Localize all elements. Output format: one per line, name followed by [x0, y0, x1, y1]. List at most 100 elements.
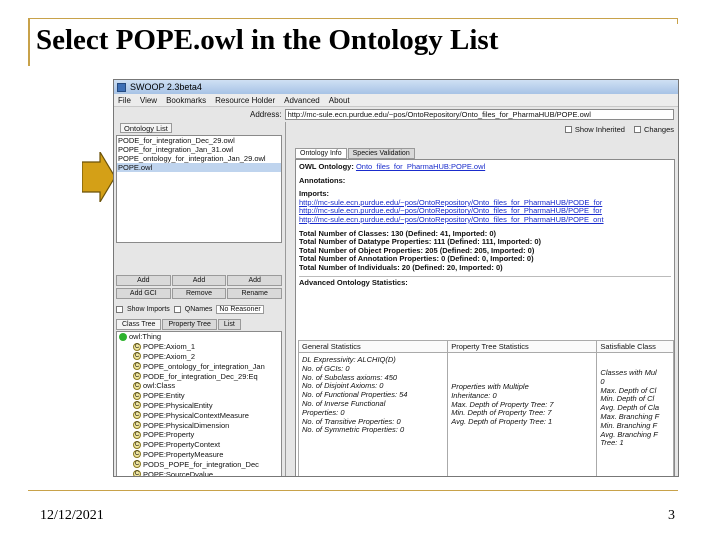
tree-node[interactable]: C POPE:Axiom_2 — [117, 352, 281, 362]
show-inherited-label: Show Inherited — [574, 124, 625, 134]
tree-node-label: owl:Class — [143, 381, 176, 391]
slide-date: 12/12/2021 — [40, 508, 104, 523]
slide-number: 3 — [668, 508, 675, 523]
left-pane: Ontology List PODE_for_integration_Dec_2… — [114, 122, 286, 477]
tree-node-label: POPE:PhysicalDimension — [143, 420, 230, 430]
right-pane: Show Inherited Changes Ontology Info Spe… — [289, 122, 678, 476]
title-rule — [28, 18, 678, 19]
tree-node-label: POPE:Property — [143, 430, 195, 440]
class-stats-column: Satisfiable Class Classes with Mul 0 Max. … — [597, 341, 673, 476]
ontology-info-panel: OWL Ontology: Onto_files_for_PharmaHUB:P… — [295, 159, 675, 476]
total-individuals: Total Number of Individuals: 20 (Defined… — [299, 263, 503, 272]
info-tabs: Ontology Info Species Validation — [295, 148, 415, 159]
tree-node[interactable]: C PODE_for_integration_Dec_29:Eq — [117, 371, 281, 381]
tree-node[interactable]: C PODS_POPE_for_integration_Dec — [117, 459, 281, 469]
tab-list[interactable]: List — [217, 319, 241, 330]
menu-file[interactable]: File — [118, 96, 131, 105]
tree-node-label: POPE:PropertyMeasure — [143, 449, 224, 459]
owl-ontology-label: OWL Ontology: — [299, 163, 354, 171]
annotations-label: Annotations: — [299, 176, 346, 185]
tree-node[interactable]: C POPE:PhysicalEntity — [117, 401, 281, 411]
title-right-tick — [677, 18, 678, 24]
tree-node[interactable]: C POPE_ontology_for_integration_Jan — [117, 361, 281, 371]
tree-node[interactable]: C POPE:SourceDvalue — [117, 469, 281, 477]
total-object-properties: Total Number of Object Properties: 205 (… — [299, 246, 535, 255]
tree-node-label: POPE_ontology_for_integration_Jan — [143, 361, 265, 371]
menu-about[interactable]: About — [329, 96, 350, 105]
address-input[interactable]: http://mc-sule.ecn.purdue.edu/~pos/OntoR… — [284, 108, 674, 120]
tree-node-label: POPE:PhysicalContextMeasure — [143, 410, 249, 420]
tree-root-node[interactable]: owl:Thing — [117, 332, 281, 342]
pointer-arrow-icon — [82, 152, 116, 202]
reasoner-select[interactable]: No Reasoner — [216, 305, 264, 314]
tree-node[interactable]: C POPE:Entity — [117, 391, 281, 401]
class-icon: C — [133, 440, 141, 449]
tree-node[interactable]: C POPE:Property — [117, 430, 281, 440]
ontology-list-item[interactable]: POPE_ontology_for_integration_Jan_29.owl — [117, 154, 281, 163]
remove-button[interactable]: Remove — [171, 288, 227, 299]
tree-node[interactable]: C POPE:PhysicalDimension — [117, 420, 281, 430]
tab-species-validation[interactable]: Species Validation — [347, 148, 415, 159]
tree-node-label: POPE:Axiom_1 — [143, 342, 196, 352]
address-bar: Address: http://mc-sule.ecn.purdue.edu/~… — [114, 107, 678, 121]
tree-node[interactable]: C POPE:Axiom_1 — [117, 342, 281, 352]
tab-property-tree[interactable]: Property Tree — [162, 319, 217, 330]
general-stats-column: General Statistics DL Expressivity: ALCH… — [299, 341, 449, 476]
ontology-list-title: Ontology List — [120, 122, 172, 133]
class-icon: C — [133, 372, 141, 381]
tree-node-label: POPE:Axiom_2 — [143, 351, 196, 361]
rename-button[interactable]: Rename — [227, 288, 283, 299]
import-link[interactable]: http://mc-sule.ecn.purdue.edu/~pos/OntoR… — [299, 199, 671, 208]
menu-advanced[interactable]: Advanced — [284, 96, 320, 105]
menu-resource-holder[interactable]: Resource Holder — [215, 96, 275, 105]
tree-node-label: POPE:Entity — [143, 391, 185, 401]
class-icon: C — [133, 421, 141, 430]
class-icon: C — [133, 401, 141, 410]
stat-line: Tree: 1 — [600, 438, 624, 448]
owl-ontology-link[interactable]: Onto_files_for_PharmaHUB:POPE.owl — [356, 163, 485, 171]
show-inherited-checkbox[interactable] — [564, 125, 572, 133]
class-tree: owl:Thing C POPE:Axiom_1 C POPE:Axiom_2 C POPE… — [116, 331, 282, 477]
total-classes: Total Number of Classes: 130 (Defined: 4… — [299, 229, 496, 238]
tree-node-label: PODS_POPE_for_integration_Dec — [143, 459, 259, 469]
tree-node-label: POPE:PropertyContext — [143, 440, 221, 450]
class-icon: C — [133, 391, 141, 400]
tree-node[interactable]: C POPE:PropertyContext — [117, 440, 281, 450]
tree-node-label: POPE:SourceDvalue — [143, 469, 214, 477]
class-icon: C — [133, 450, 141, 459]
stat-line: Avg. Depth of Property Tree: 1 — [451, 417, 553, 427]
ontology-list-item[interactable]: PODE_for_integration_Dec_29.owl — [117, 136, 281, 145]
imports-label: Imports: — [299, 190, 329, 199]
menu-bookmarks[interactable]: Bookmarks — [166, 96, 206, 105]
show-imports-checkbox[interactable] — [116, 306, 123, 313]
general-stats-list: DL Expressivity: ALCHIQ(D) No. of GCIs: 0… — [299, 353, 447, 438]
tree-node-label: POPE:PhysicalEntity — [143, 400, 213, 410]
slide-title: Select POPE.owl in the Ontology List — [36, 24, 499, 56]
tree-node[interactable]: C POPE:PropertyMeasure — [117, 450, 281, 460]
class-icon: C — [133, 362, 141, 371]
import-link[interactable]: http://mc-sule.ecn.purdue.edu/~pos/OntoR… — [299, 216, 671, 225]
tab-ontology-info[interactable]: Ontology Info — [295, 148, 347, 159]
menu-view[interactable]: View — [140, 96, 157, 105]
import-link[interactable]: http://mc-sule.ecn.purdue.edu/~pos/OntoR… — [299, 207, 671, 216]
ontology-list-item-selected[interactable]: POPE.owl — [117, 163, 281, 172]
tree-tabs: Class Tree Property Tree List — [116, 319, 241, 330]
owl-ontology-row: OWL Ontology: Onto_files_for_PharmaHUB:P… — [299, 163, 671, 172]
tree-node[interactable]: Cowl:Class — [117, 381, 281, 391]
add-gci-button[interactable]: Add GCI — [116, 288, 171, 299]
class-icon: C — [133, 411, 141, 420]
qnames-checkbox[interactable] — [173, 306, 181, 313]
tree-node-label: owl:Thing — [129, 332, 162, 342]
add-button[interactable]: Add — [116, 275, 171, 286]
qnames-label: QNames — [184, 306, 213, 313]
tab-class-tree[interactable]: Class Tree — [116, 319, 162, 330]
total-datatype-properties: Total Number of Datatype Properties: 111… — [299, 238, 542, 247]
add-button[interactable]: Add — [171, 275, 227, 286]
tree-node[interactable]: C POPE:PhysicalContextMeasure — [117, 410, 281, 420]
class-icon: C — [133, 381, 141, 390]
changes-checkbox[interactable] — [633, 125, 641, 133]
ontology-list-item[interactable]: POPE_for_integration_Jan_31.owl — [117, 145, 281, 154]
class-icon: C — [133, 342, 141, 351]
column-header: Satisfiable Class — [597, 341, 673, 353]
add-button[interactable]: Add — [227, 275, 283, 286]
